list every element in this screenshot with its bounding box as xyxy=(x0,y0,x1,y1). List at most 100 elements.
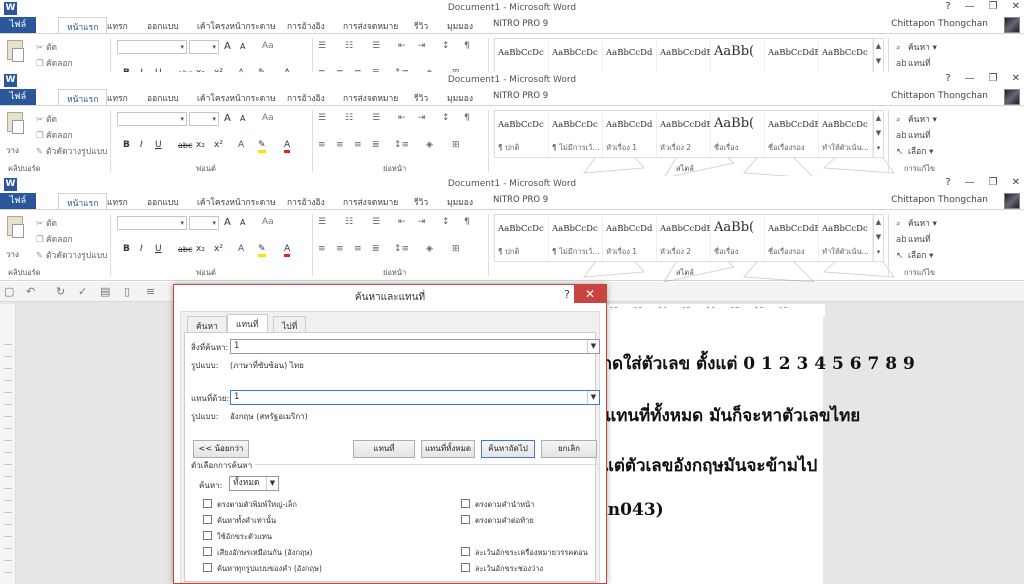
style-item[interactable]: AaBbCcDd หัวเรื่อง 1 xyxy=(603,111,657,157)
increase-indent-icon[interactable]: ⇥ xyxy=(418,113,426,123)
italic-button[interactable]: I xyxy=(140,244,143,254)
copy-button[interactable]: ❐ คัดลอก xyxy=(36,232,73,246)
find-button[interactable]: ⌕ ค้นหา ▾ xyxy=(896,112,937,126)
style-item[interactable]: AaBbCcDd xyxy=(603,39,657,72)
strikethrough-button[interactable]: abc xyxy=(178,245,192,254)
avatar[interactable] xyxy=(1004,17,1020,33)
tab-4[interactable]: เค้าโครงหน้ากระดาษ xyxy=(197,19,276,33)
help-icon[interactable]: ? xyxy=(945,73,950,84)
tab-1[interactable]: หน้าแรก xyxy=(58,89,108,106)
format-painter-button[interactable]: ✎ ตัวคัดวางรูปแบบ xyxy=(36,144,107,158)
option-checkbox[interactable]: ค้นหาทุกรูปแบบของคำ (อังกฤษ) xyxy=(203,563,322,575)
styles-scroll[interactable]: ▲▼▾ xyxy=(873,215,883,261)
styles-scroll[interactable]: ▲▼▾ xyxy=(873,39,883,72)
text-effects-icon[interactable]: A xyxy=(238,244,244,254)
align-center-icon[interactable]: ≡ xyxy=(336,140,344,150)
undo-icon[interactable]: ↶ xyxy=(26,285,35,298)
avatar[interactable] xyxy=(1004,89,1020,105)
increase-indent-icon[interactable]: ⇥ xyxy=(418,217,426,227)
replace-ribbon-button[interactable]: abแทนที่ xyxy=(896,128,931,142)
align-right-icon[interactable]: ≡ xyxy=(354,244,362,254)
paste-button[interactable]: วาง xyxy=(6,248,19,261)
style-item[interactable]: AaBbCcDdE ชื่อเรื่องรอง xyxy=(765,215,819,261)
text-effects-icon[interactable]: A xyxy=(238,140,244,150)
sort-icon[interactable]: ↕ xyxy=(442,41,450,51)
font-name-box[interactable]: ▾ xyxy=(117,216,187,230)
numbering-icon[interactable]: ☷ xyxy=(345,217,353,227)
tab-file[interactable]: ไฟล์ xyxy=(0,17,36,33)
style-item[interactable]: AaBbCcDdE xyxy=(765,39,819,72)
grow-font-button[interactable]: A xyxy=(224,113,231,124)
decrease-indent-icon[interactable]: ⇤ xyxy=(398,217,406,227)
help-icon[interactable]: ? xyxy=(945,177,950,188)
user-name[interactable]: Chittapon Thongchan xyxy=(891,19,988,29)
superscript-button[interactable]: x² xyxy=(214,244,223,254)
tab-8[interactable]: มุมมอง xyxy=(447,195,473,209)
style-item[interactable]: AaBbCcDc xyxy=(549,39,603,72)
font-size-box[interactable]: ▾ xyxy=(189,216,219,230)
tab-3[interactable]: ออกแบบ xyxy=(147,195,179,209)
underline-button[interactable]: U xyxy=(155,140,162,150)
shading-icon[interactable]: ◈ xyxy=(426,244,433,254)
tab-4[interactable]: เค้าโครงหน้ากระดาษ xyxy=(197,195,276,209)
option-checkbox[interactable]: ตรงตามตัวพิมพ์ใหญ่-เล็ก xyxy=(203,499,297,511)
increase-indent-icon[interactable]: ⇥ xyxy=(418,41,426,51)
justify-icon[interactable]: ≣ xyxy=(372,140,380,150)
tab-7[interactable]: รีวิว xyxy=(414,195,428,209)
style-item[interactable]: AaBbCcDdE หัวเรื่อง 2 xyxy=(657,111,711,157)
avatar[interactable] xyxy=(1004,193,1020,209)
bold-button[interactable]: B xyxy=(123,244,130,254)
strikethrough-button[interactable]: abc xyxy=(178,141,192,150)
spell-check-icon[interactable]: ✓ xyxy=(78,285,87,298)
less-button[interactable]: << น้อยกว่า xyxy=(193,440,249,458)
paste-icon[interactable] xyxy=(4,216,26,244)
cut-button[interactable]: ✂ ตัด xyxy=(36,216,57,230)
user-name[interactable]: Chittapon Thongchan xyxy=(891,91,988,101)
style-item[interactable]: AaBbCcDc xyxy=(495,39,549,72)
borders-icon[interactable]: ⊞ xyxy=(452,244,460,254)
search-direction-select[interactable]: ทั้งหมด ▼ xyxy=(229,476,279,491)
sort-icon[interactable]: ↕ xyxy=(442,113,450,123)
tab-7[interactable]: รีวิว xyxy=(414,91,428,105)
replace-ribbon-button[interactable]: abแทนที่ xyxy=(896,56,931,70)
find-next-button[interactable]: ค้นหาถัดไป xyxy=(481,440,535,458)
tab-5[interactable]: การอ้างอิง xyxy=(287,91,325,105)
justify-icon[interactable]: ≣ xyxy=(372,244,380,254)
tab-8[interactable]: มุมมอง xyxy=(447,19,473,33)
tab-goto[interactable]: ไปที่ xyxy=(273,316,307,332)
option-checkbox[interactable]: ตรงตามคำนำหน้า xyxy=(461,499,534,511)
change-case-button[interactable]: Aa xyxy=(262,41,274,51)
grow-font-button[interactable]: A xyxy=(224,41,231,52)
bold-button[interactable]: B xyxy=(123,140,130,150)
shrink-font-button[interactable]: A xyxy=(240,42,245,51)
tab-9[interactable]: NITRO PRO 9 xyxy=(493,195,548,205)
align-center-icon[interactable]: ≡ xyxy=(336,244,344,254)
redo-icon[interactable]: ↻ xyxy=(56,285,65,298)
tab-4[interactable]: เค้าโครงหน้ากระดาษ xyxy=(197,91,276,105)
numbering-icon[interactable]: ☷ xyxy=(345,41,353,51)
pilcrow-icon[interactable]: ¶ xyxy=(464,41,470,51)
tab-replace[interactable]: แทนที่ xyxy=(227,314,268,333)
close-icon[interactable]: ✕ xyxy=(1012,1,1020,12)
find-what-input[interactable]: 1 ▼ xyxy=(230,339,600,354)
cut-button[interactable]: ✂ ตัด xyxy=(36,112,57,126)
cut-button[interactable]: ✂ ตัด xyxy=(36,40,57,54)
style-item[interactable]: AaBbCcDc ¶ ไม่มีการเว้... xyxy=(549,111,603,157)
style-item[interactable]: AaBbCcDc ทำให้ตัวเน้น... xyxy=(819,111,873,157)
style-item[interactable]: AaBb( ชื่อเรื่อง xyxy=(711,215,765,261)
paste-icon[interactable] xyxy=(4,112,26,140)
minimize-icon[interactable]: — xyxy=(965,1,975,12)
style-item[interactable]: AaBb( ชื่อเรื่อง xyxy=(711,111,765,157)
highlight-icon[interactable]: ✎ xyxy=(258,140,266,153)
align-icon[interactable]: ≡ xyxy=(146,285,155,298)
minimize-icon[interactable]: — xyxy=(965,73,975,84)
help-icon[interactable]: ? xyxy=(945,1,950,12)
find-button[interactable]: ⌕ ค้นหา ▾ xyxy=(896,40,937,54)
tab-2[interactable]: แทรก xyxy=(107,19,128,33)
style-item[interactable]: AaBbCcDc xyxy=(819,39,873,72)
multilevel-icon[interactable]: ☰ xyxy=(372,41,380,51)
option-checkbox[interactable]: ใช้อักขระตัวแทน xyxy=(203,531,272,543)
restore-icon[interactable]: ❐ xyxy=(989,1,998,12)
copy-button[interactable]: ❐ คัดลอก xyxy=(36,128,73,142)
shrink-font-button[interactable]: A xyxy=(240,218,245,227)
